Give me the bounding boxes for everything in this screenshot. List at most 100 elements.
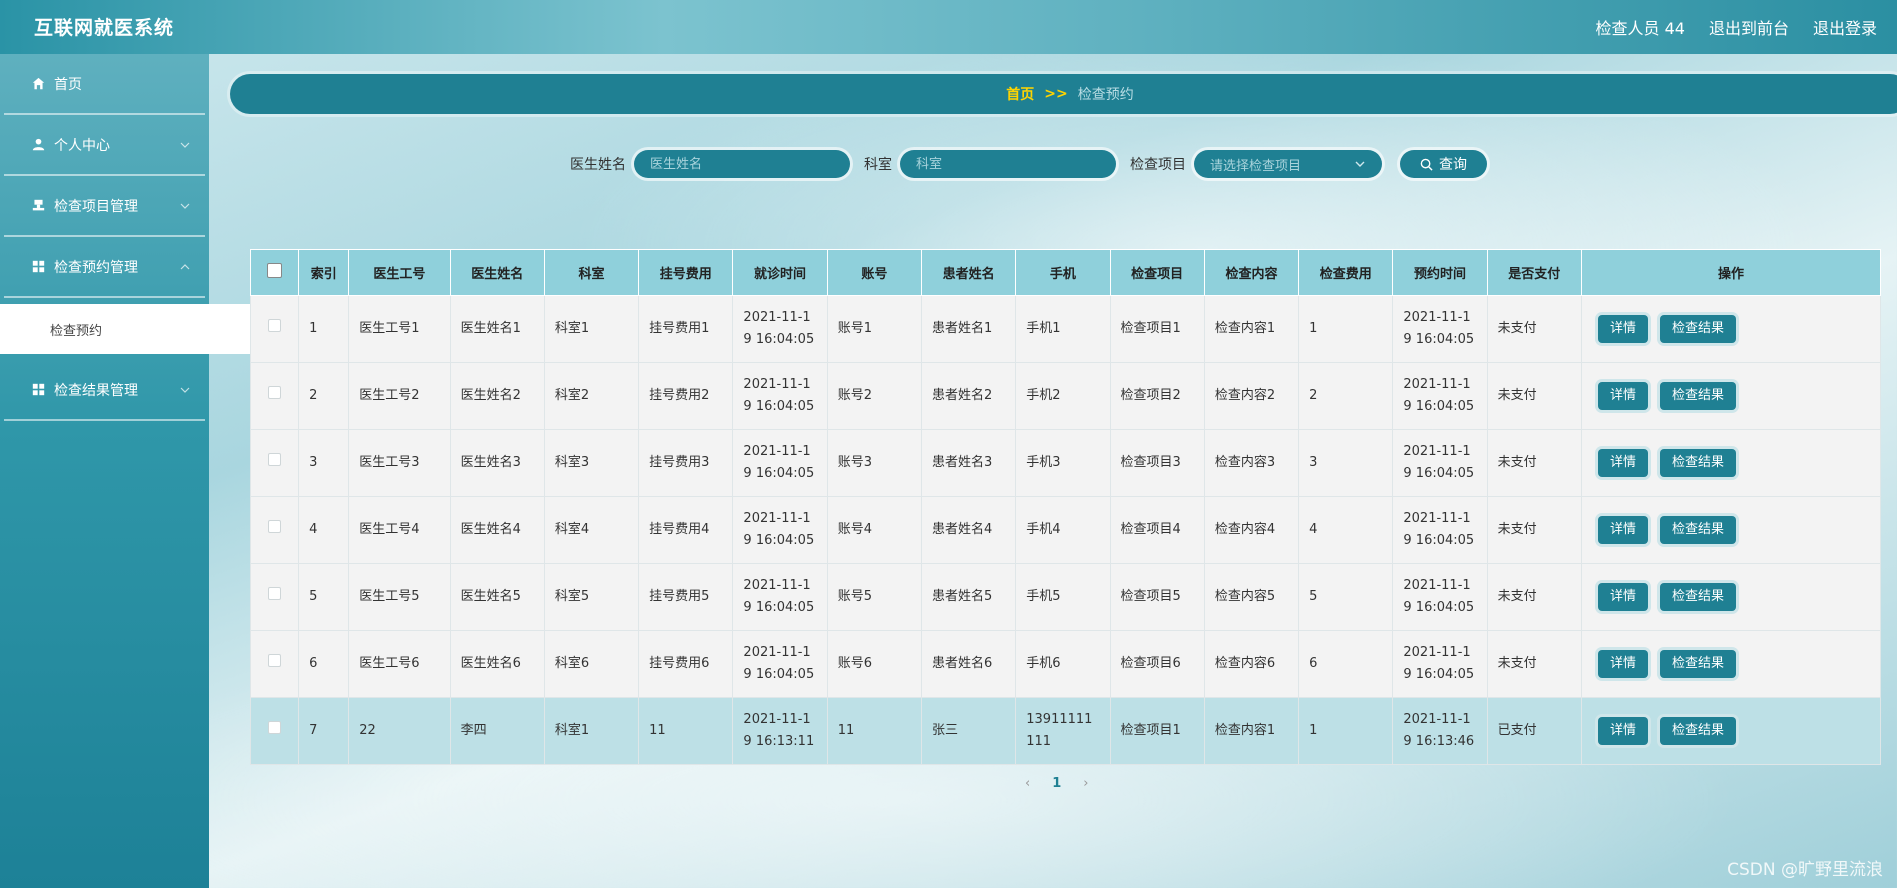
exam-result-button[interactable]: 检查结果: [1659, 583, 1736, 611]
exam-item-select[interactable]: 请选择检查项目: [1194, 150, 1382, 178]
sidebar-item-label: 首页: [54, 76, 82, 93]
current-user[interactable]: 检查人员 44: [1596, 15, 1685, 39]
table-cell: 2021-11-19 16:04:05: [732, 362, 828, 430]
exam-result-button[interactable]: 检查结果: [1659, 382, 1736, 410]
app-title: 互联网就医系统: [34, 17, 175, 39]
chevron-down-icon: [180, 142, 190, 148]
table-cell: 检查内容2: [1203, 362, 1300, 430]
row-checkbox-cell: [249, 429, 300, 497]
row-checkbox-cell: [249, 630, 300, 698]
sidebar: 首页 个人中心 检查项目管理 检查预约管理 检查预约 检查结果管理: [0, 54, 256, 888]
exam-result-button[interactable]: 检查结果: [1659, 717, 1736, 745]
doctor-name-input[interactable]: [634, 150, 850, 178]
table-cell: 医生工号1: [348, 295, 451, 363]
detail-button[interactable]: 详情: [1597, 449, 1648, 477]
table-cell: 2: [1298, 362, 1394, 430]
sidebar-item-exam-appointments[interactable]: 检查预约管理: [4, 237, 205, 298]
exam-result-button[interactable]: 检查结果: [1659, 650, 1736, 678]
detail-button[interactable]: 详情: [1597, 315, 1648, 343]
next-page-button[interactable]: ›: [1083, 776, 1088, 791]
breadcrumb: 首页 >> 检查预约: [230, 74, 1897, 114]
exam-result-button[interactable]: 检查结果: [1659, 449, 1736, 477]
table-cell: 检查内容5: [1203, 563, 1300, 631]
chevron-down-icon: [1355, 161, 1365, 167]
table-cell: 2021-11-19 16:04:05: [1392, 362, 1488, 430]
table-cell: 检查项目5: [1109, 563, 1205, 631]
table-cell: 6: [1298, 630, 1394, 698]
table-cell: 账号3: [826, 429, 922, 497]
sidebar-item-label: 检查项目管理: [54, 198, 138, 215]
table-cell: 科室1: [543, 295, 640, 363]
sidebar-item-personal-center[interactable]: 个人中心: [4, 115, 205, 176]
prev-page-button[interactable]: ‹: [1025, 776, 1030, 791]
table-cell: 13911111111: [1015, 697, 1111, 765]
detail-button[interactable]: 详情: [1597, 382, 1648, 410]
table-cell: 医生工号5: [348, 563, 451, 631]
top-bar: 互联网就医系统 检查人员 44 退出到前台 退出登录: [0, 0, 1897, 54]
table-cell: 张三: [920, 697, 1017, 765]
table-cell: 手机4: [1015, 496, 1111, 564]
detail-button[interactable]: 详情: [1597, 717, 1648, 745]
detail-button[interactable]: 详情: [1597, 583, 1648, 611]
table-cell: 检查项目3: [1109, 429, 1205, 497]
table-cell: 医生姓名4: [449, 496, 545, 564]
table-row: 1 医生工号1 医生姓名1 科室1 挂号费用1 2021-11-19 16:04:05 账号…: [249, 295, 1882, 363]
table-cell: 检查项目4: [1109, 496, 1205, 564]
table-cell: 2021-11-19 16:04:05: [1392, 429, 1488, 497]
breadcrumb-home[interactable]: 首页: [1006, 84, 1034, 104]
table-cell: 挂号费用4: [638, 496, 734, 564]
column-header: 就诊时间: [732, 249, 828, 296]
department-input[interactable]: [900, 150, 1116, 178]
appointment-table: 索引 医生工号 医生姓名 科室 挂号费用 就诊时间 账号 患者姓名 手机 检查项…: [249, 249, 1882, 765]
table-cell: 2021-11-19 16:04:05: [732, 429, 828, 497]
table-cell: 科室6: [543, 630, 640, 698]
sidebar-item-label: 检查预约管理: [54, 259, 138, 276]
table-cell: 检查内容3: [1203, 429, 1300, 497]
detail-button[interactable]: 详情: [1597, 516, 1648, 544]
detail-button[interactable]: 详情: [1597, 650, 1648, 678]
column-header: 挂号费用: [638, 249, 734, 296]
row-checkbox[interactable]: [268, 319, 282, 332]
table-cell: 挂号费用2: [638, 362, 734, 430]
row-checkbox[interactable]: [268, 654, 282, 667]
sidebar-subitem-exam-appointment[interactable]: 检查预约: [0, 304, 256, 354]
sidebar-item-exam-results[interactable]: 检查结果管理: [4, 360, 205, 421]
table-cell: 手机2: [1015, 362, 1111, 430]
table-cell: 医生姓名2: [449, 362, 545, 430]
table-cell: 2021-11-19 16:04:05: [1392, 630, 1488, 698]
exam-result-button[interactable]: 检查结果: [1659, 315, 1736, 343]
row-checkbox[interactable]: [268, 587, 282, 600]
table-cell: 2021-11-19 16:04:05: [1392, 496, 1488, 564]
table-cell: 未支付: [1486, 429, 1582, 497]
sidebar-item-exam-items[interactable]: 检查项目管理: [4, 176, 205, 237]
table-cell: 科室2: [543, 362, 640, 430]
sidebar-item-home[interactable]: 首页: [4, 54, 205, 115]
logout-link[interactable]: 退出登录: [1813, 15, 1877, 39]
table-cell: 22: [348, 697, 451, 765]
actions-cell: 详情 检查结果: [1580, 362, 1882, 430]
row-checkbox[interactable]: [268, 721, 282, 734]
table-cell: 2021-11-19 16:04:05: [1392, 295, 1488, 363]
watermark: CSDN @旷野里流浪: [1727, 860, 1883, 880]
table-cell: 2021-11-19 16:04:05: [1392, 563, 1488, 631]
search-button[interactable]: 查询: [1400, 150, 1487, 178]
exam-result-button[interactable]: 检查结果: [1659, 516, 1736, 544]
exit-to-front-link[interactable]: 退出到前台: [1709, 15, 1789, 39]
row-checkbox[interactable]: [268, 520, 282, 533]
table-cell: 4: [298, 496, 350, 564]
select-all-header: [249, 249, 300, 296]
page-number[interactable]: 1: [1052, 776, 1061, 791]
select-all-checkbox[interactable]: [267, 263, 283, 278]
table-cell: 挂号费用5: [638, 563, 734, 631]
table-cell: 医生工号2: [348, 362, 451, 430]
table-cell: 未支付: [1486, 496, 1582, 564]
top-nav: 检查人员 44 退出到前台 退出登录: [1596, 15, 1877, 39]
exam-item-select-placeholder: 请选择检查项目: [1210, 158, 1302, 174]
row-checkbox[interactable]: [268, 386, 282, 399]
table-row: 6 医生工号6 医生姓名6 科室6 挂号费用6 2021-11-19 16:04:05 账号…: [249, 630, 1882, 698]
table-cell: 1: [298, 295, 350, 363]
column-header: 是否支付: [1486, 249, 1582, 296]
table-cell: 7: [298, 697, 350, 765]
search-bar: 医生姓名 科室 检查项目 请选择检查项目 查询: [570, 147, 1487, 181]
row-checkbox[interactable]: [268, 453, 282, 466]
